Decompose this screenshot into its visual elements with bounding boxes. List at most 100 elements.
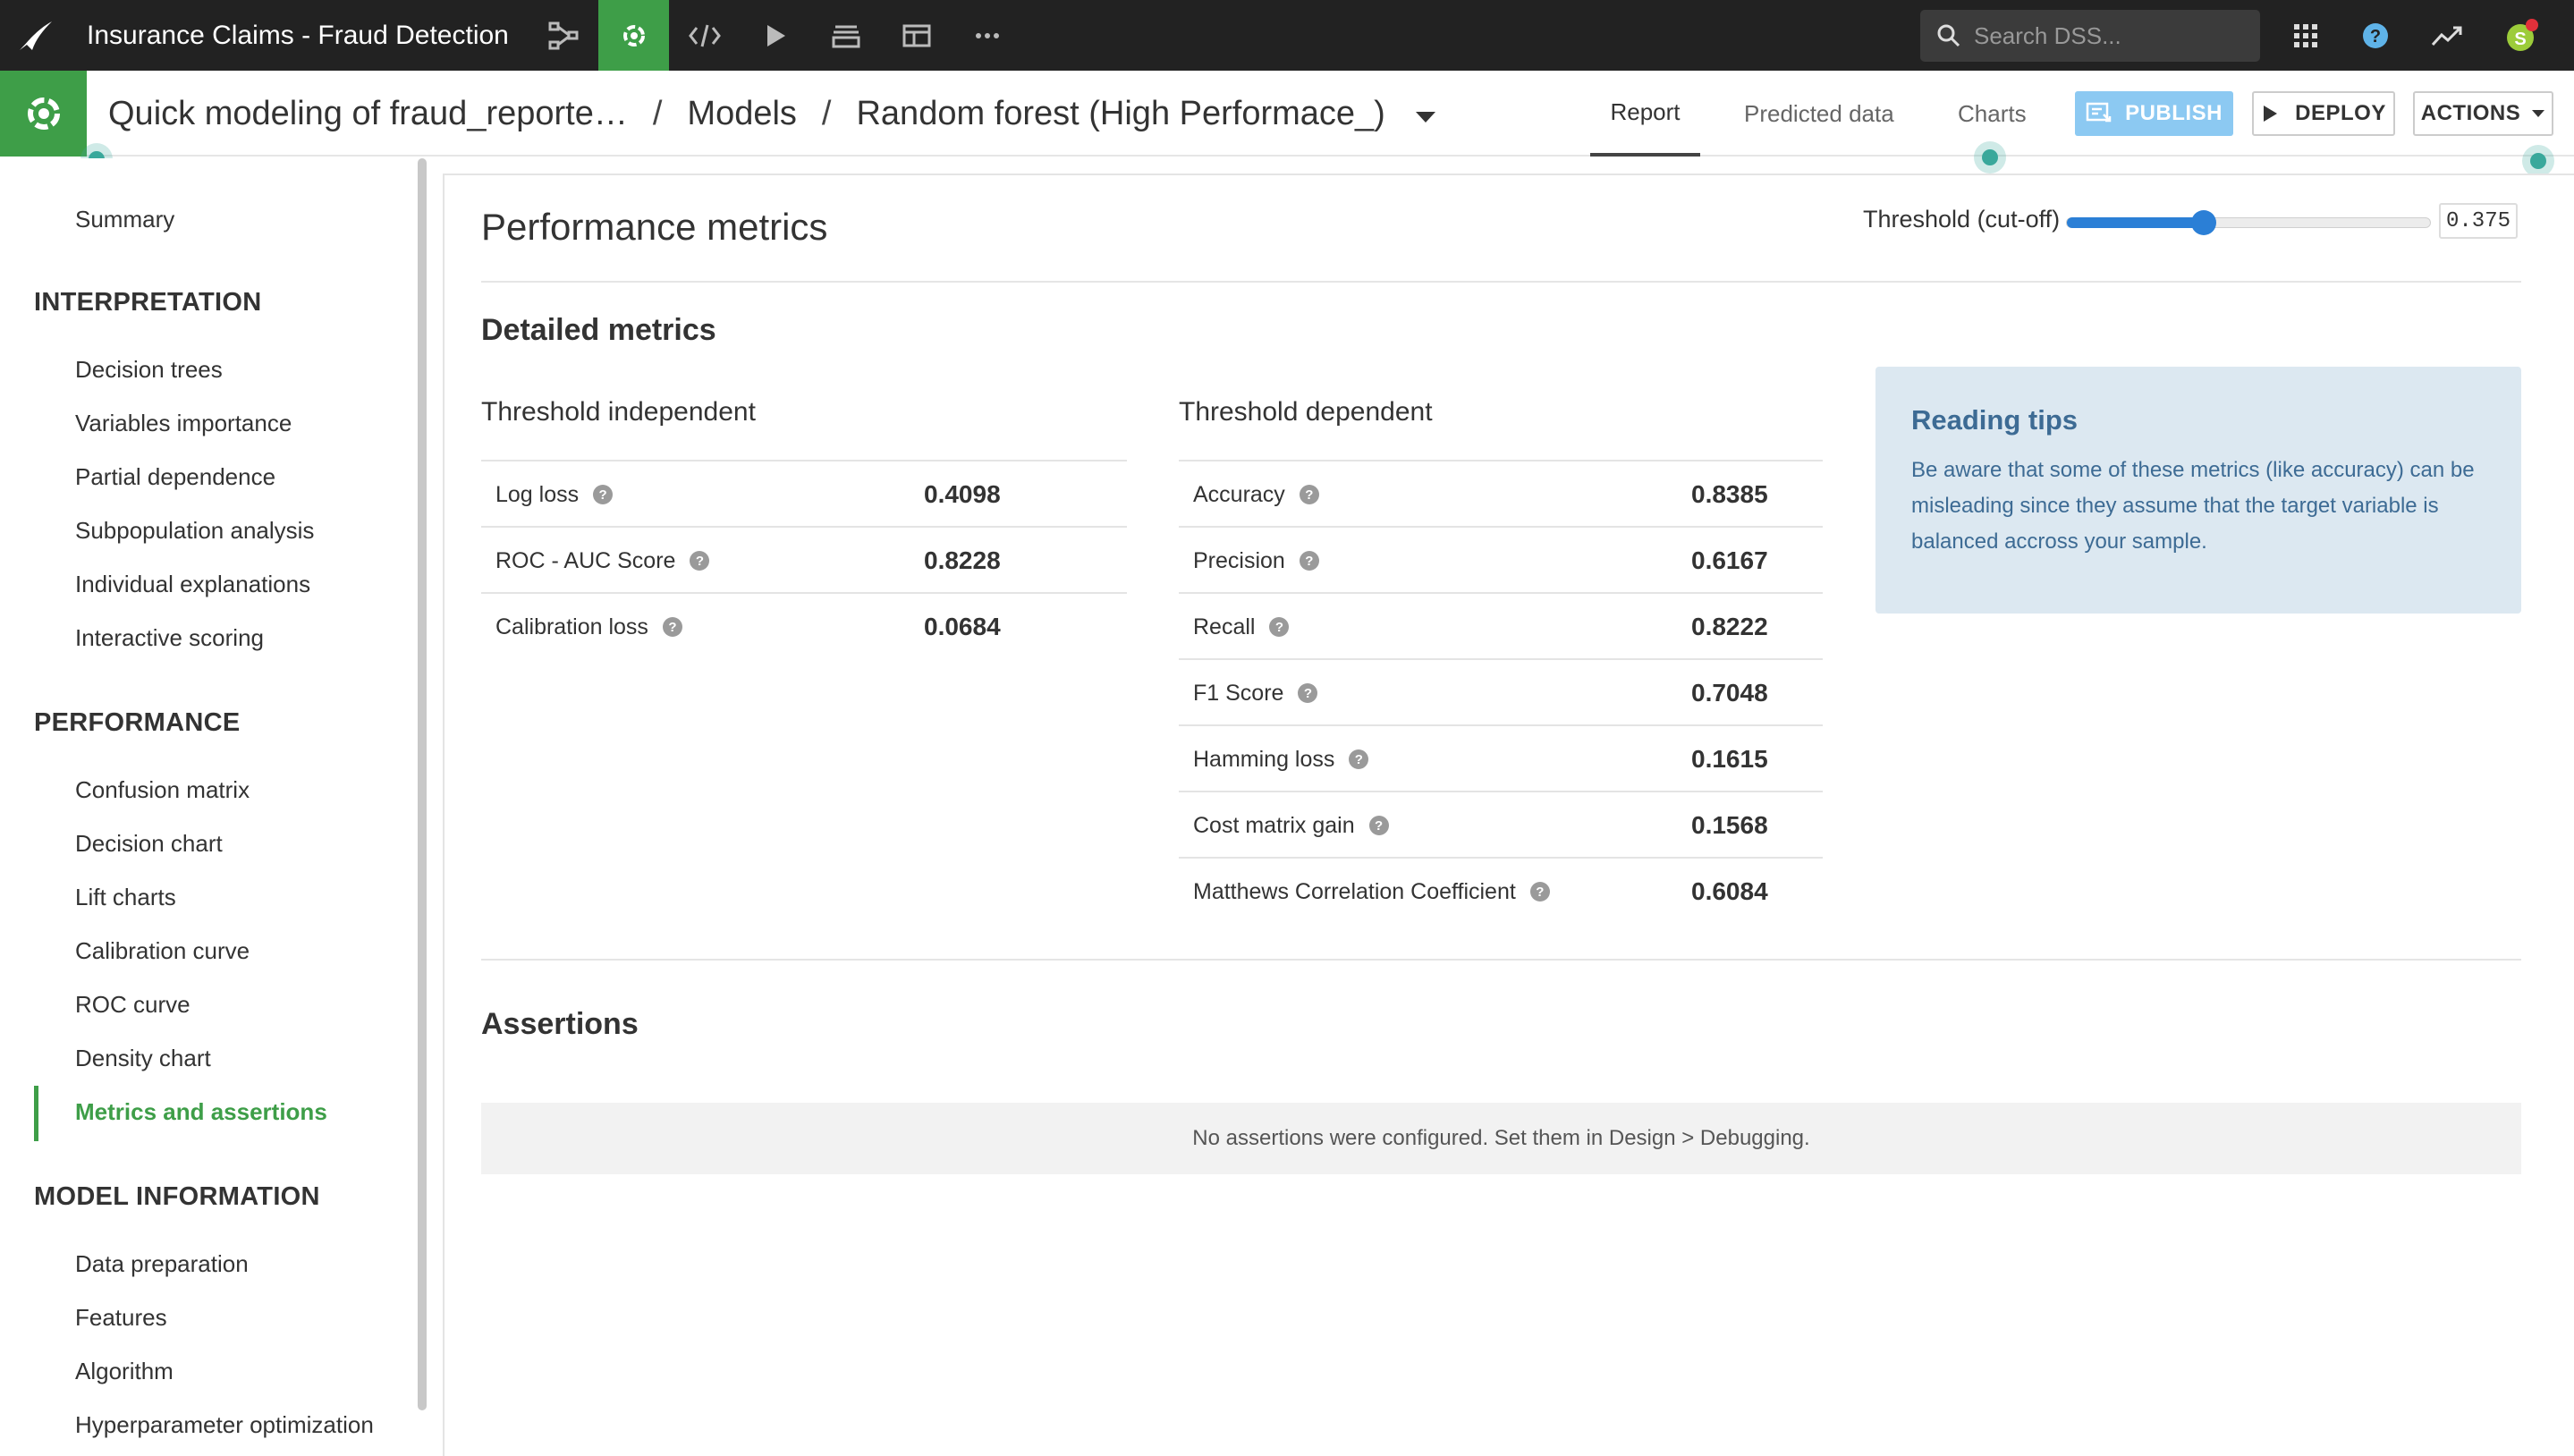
svg-text:?: ? — [2370, 27, 2381, 47]
sidebar-item-subpopulation-analysis[interactable]: Subpopulation analysis — [75, 517, 314, 545]
threshold-slider-fill — [2067, 217, 2204, 228]
metric-label-text: Precision — [1193, 547, 1285, 573]
metric-value: 0.8385 — [1691, 480, 1768, 508]
sidebar-heading-model-information: MODEL INFORMATION — [34, 1182, 320, 1211]
tab-report[interactable]: Report — [1590, 71, 1700, 157]
metric-label-text: Hamming loss — [1193, 746, 1335, 772]
sidebar-scrollbar[interactable] — [418, 158, 427, 1410]
metric-row-hamming-loss: Hamming loss? 0.1615 — [1179, 724, 1823, 791]
dashboard-icon[interactable] — [881, 0, 952, 71]
wiki-stack-icon[interactable] — [810, 0, 881, 71]
sidebar-item-decision-chart[interactable]: Decision chart — [75, 830, 223, 858]
lab-models-icon[interactable] — [598, 0, 669, 71]
metric-value: 0.8228 — [924, 546, 1001, 574]
breadcrumb-separator: / — [821, 94, 832, 132]
help-tooltip-icon[interactable]: ? — [593, 485, 614, 504]
sidebar-item-features[interactable]: Features — [75, 1304, 167, 1332]
help-tooltip-icon[interactable]: ? — [1269, 617, 1290, 637]
metric-row-log-loss: Log loss? 0.4098 — [481, 460, 1127, 526]
sidebar-item-roc-curve[interactable]: ROC curve — [75, 991, 191, 1019]
sidebar-item-confusion-matrix[interactable]: Confusion matrix — [75, 776, 250, 804]
tab-predicted-data[interactable]: Predicted data — [1744, 71, 1894, 157]
code-icon[interactable] — [669, 0, 740, 71]
sidebar-item-density-chart[interactable]: Density chart — [75, 1045, 211, 1072]
metric-row-precision: Precision? 0.6167 — [1179, 526, 1823, 592]
metric-label-text: F1 Score — [1193, 680, 1284, 706]
metric-label-text: Recall — [1193, 614, 1256, 639]
sidebar-item-hyperparameter-optimization[interactable]: Hyperparameter optimization — [75, 1411, 374, 1439]
caret-down-icon[interactable] — [1414, 95, 1437, 133]
metric-label: Cost matrix gain? — [1193, 792, 1389, 859]
breadcrumb-models[interactable]: Models — [687, 95, 797, 133]
metric-label: Precision? — [1193, 528, 1319, 594]
publish-button[interactable]: PUBLISH — [2075, 91, 2233, 136]
apps-grid-icon[interactable] — [2279, 0, 2333, 71]
sidebar-item-interactive-scoring[interactable]: Interactive scoring — [75, 624, 264, 652]
sidebar-item-lift-charts[interactable]: Lift charts — [75, 884, 176, 911]
model-header: Quick modeling of fraud_reporte… / Model… — [0, 71, 2574, 157]
breadcrumb-model-name[interactable]: Random forest (High Performace_) — [856, 95, 1384, 133]
threshold-value-input[interactable]: 0.375 — [2439, 203, 2518, 239]
metric-label: Recall? — [1193, 594, 1290, 660]
breadcrumb-analysis[interactable]: Quick modeling of fraud_reporte… — [108, 95, 628, 133]
sidebar-item-partial-dependence[interactable]: Partial dependence — [75, 463, 275, 491]
metric-value: 0.6084 — [1691, 877, 1768, 905]
user-avatar[interactable]: S — [2495, 0, 2549, 71]
metric-label: ROC - AUC Score? — [495, 528, 710, 594]
help-tooltip-icon[interactable]: ? — [1299, 485, 1319, 504]
metric-label-text: Log loss — [495, 481, 580, 507]
search-input[interactable] — [1974, 21, 2242, 50]
top-navbar: Insurance Claims - Fraud Detection ? — [0, 0, 2574, 71]
help-icon[interactable]: ? — [2349, 0, 2402, 71]
play-icon — [2264, 106, 2278, 122]
metric-label-text: Matthews Correlation Coefficient — [1193, 878, 1516, 904]
model-analysis-icon[interactable] — [0, 71, 87, 157]
dataiku-bird-logo-icon[interactable] — [0, 0, 71, 71]
run-play-icon[interactable] — [740, 0, 810, 71]
sidebar-item-data-preparation[interactable]: Data preparation — [75, 1250, 249, 1278]
search-box[interactable] — [1920, 10, 2260, 62]
page-title: Performance metrics — [481, 206, 828, 248]
help-tooltip-icon[interactable]: ? — [1368, 816, 1389, 835]
metric-value: 0.1568 — [1691, 811, 1768, 839]
help-tooltip-icon[interactable]: ? — [690, 551, 710, 571]
assertions-heading: Assertions — [481, 1007, 639, 1041]
project-nav-icons — [528, 0, 1022, 71]
tour-hint-dot[interactable] — [2522, 145, 2554, 177]
metric-row-recall: Recall? 0.8222 — [1179, 592, 1823, 658]
actions-button[interactable]: ACTIONS — [2413, 91, 2553, 136]
threshold-slider-handle[interactable] — [2191, 210, 2216, 235]
sidebar-item-algorithm[interactable]: Algorithm — [75, 1358, 174, 1385]
metric-value: 0.7048 — [1691, 679, 1768, 707]
search-icon — [1937, 24, 1960, 47]
project-title[interactable]: Insurance Claims - Fraud Detection — [87, 21, 509, 51]
svg-text:S: S — [2514, 30, 2526, 49]
sidebar-item-summary[interactable]: Summary — [75, 206, 174, 233]
threshold-slider[interactable] — [2066, 210, 2431, 235]
help-tooltip-icon[interactable]: ? — [662, 617, 682, 637]
help-tooltip-icon[interactable]: ? — [1299, 551, 1319, 571]
tour-hint-dot[interactable] — [1974, 141, 2006, 174]
sidebar-item-individual-explanations[interactable]: Individual explanations — [75, 571, 310, 598]
deploy-button[interactable]: DEPLOY — [2252, 91, 2395, 136]
sidebar-item-calibration-curve[interactable]: Calibration curve — [75, 937, 250, 965]
more-ellipsis-icon[interactable] — [952, 0, 1022, 71]
reading-tips-title: Reading tips — [1911, 404, 2079, 436]
help-tooltip-icon[interactable]: ? — [1298, 683, 1318, 703]
activity-trend-icon[interactable] — [2420, 0, 2474, 71]
sidebar-item-decision-trees[interactable]: Decision trees — [75, 356, 223, 384]
sidebar-item-variables-importance[interactable]: Variables importance — [75, 410, 292, 437]
assertions-empty-message: No assertions were configured. Set them … — [481, 1103, 2521, 1174]
metric-label-text: Accuracy — [1193, 481, 1285, 507]
help-tooltip-icon[interactable]: ? — [1529, 882, 1550, 902]
metric-row-matthews-correlation-coefficient: Matthews Correlation Coefficient? 0.6084 — [1179, 857, 1823, 923]
sidebar-item-metrics-and-assertions[interactable]: Metrics and assertions — [75, 1098, 327, 1126]
flow-icon[interactable] — [528, 0, 598, 71]
metric-value: 0.8222 — [1691, 613, 1768, 640]
breadcrumb-separator: / — [652, 94, 663, 132]
divider — [481, 281, 2521, 283]
metric-value: 0.1615 — [1691, 745, 1768, 773]
help-tooltip-icon[interactable]: ? — [1349, 749, 1369, 769]
metric-row-calibration-loss: Calibration loss? 0.0684 — [481, 592, 1127, 658]
metric-label: Log loss? — [495, 461, 614, 528]
